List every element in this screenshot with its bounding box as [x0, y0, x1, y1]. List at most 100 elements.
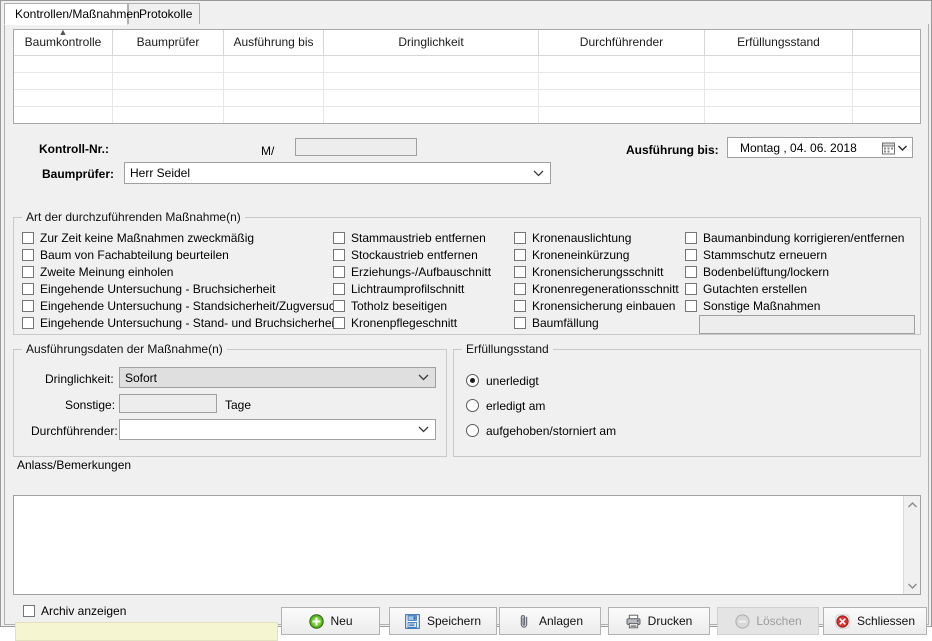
kontroll-nr-label: Kontroll-Nr.: [39, 142, 109, 156]
baumpruefer-select[interactable]: Herr Seidel [124, 162, 551, 184]
table-cell [224, 90, 324, 106]
dringlichkeit-value: Sofort [125, 370, 158, 385]
sonstige-massnahmen-input[interactable] [699, 315, 915, 334]
checkbox-label: Kroneneinkürzung [532, 248, 630, 262]
tab-strip: Kontrollen/Maßnahmen Protokolle [4, 3, 929, 25]
checkbox-box[interactable] [685, 283, 697, 295]
radio-label: unerledigt [486, 374, 539, 388]
checkbox-box[interactable] [514, 283, 526, 295]
checkbox-box[interactable] [333, 300, 345, 312]
speichern-button-label: Speichern [426, 614, 482, 628]
checkbox-box[interactable] [22, 266, 34, 278]
controls-table[interactable]: ▲ Baumkontrolle Baumprüfer Ausführung bi… [13, 29, 921, 124]
table-cell [224, 56, 324, 72]
baumpruefer-label: Baumprüfer: [42, 167, 115, 181]
checkbox-label: Baumanbindung korrigieren/entfernen [703, 231, 905, 245]
checkbox-box[interactable] [23, 605, 35, 617]
table-cell [113, 90, 224, 106]
loeschen-button-label: Löschen [756, 614, 802, 628]
ausfuehrung-bis-label: Ausführung bis: [626, 143, 719, 157]
massnahmen-groupbox: Art der durchzuführenden Maßnahme(n) Zur… [13, 210, 921, 335]
table-cell [324, 73, 539, 89]
chevron-down-icon[interactable] [529, 163, 547, 183]
sonstige-tage-input[interactable] [119, 394, 217, 413]
loeschen-button[interactable]: Löschen [717, 607, 819, 635]
checkbox-box[interactable] [333, 266, 345, 278]
scroll-down-icon[interactable] [904, 577, 921, 594]
table-row[interactable] [14, 56, 920, 73]
drucken-button[interactable]: Drucken [608, 607, 710, 635]
memo-vertical-scrollbar[interactable] [903, 496, 920, 594]
checkbox-label: Kronensicherungsschnitt [532, 265, 664, 279]
checkbox-box[interactable] [685, 232, 697, 244]
speichern-button[interactable]: Speichern [389, 607, 497, 635]
checkbox-box[interactable] [22, 232, 34, 244]
checkbox-box[interactable] [685, 300, 697, 312]
checkbox-box[interactable] [333, 232, 345, 244]
table-cell [113, 73, 224, 89]
checkbox-box[interactable] [22, 283, 34, 295]
chevron-down-icon[interactable] [896, 138, 908, 157]
tab-kontrollen-massnahmen[interactable]: Kontrollen/Maßnahmen [4, 3, 140, 25]
checkbox-box[interactable] [333, 317, 345, 329]
table-cell [224, 73, 324, 89]
column-header-spacer[interactable] [853, 30, 920, 55]
application-window: Kontrollen/Maßnahmen Protokolle ▲ Baumko… [0, 0, 932, 641]
schliessen-button[interactable]: Schliessen [823, 607, 927, 635]
dringlichkeit-select[interactable]: Sofort [119, 367, 436, 388]
scroll-up-icon[interactable] [904, 496, 921, 513]
checkbox-label: Kronenauslichtung [532, 231, 632, 245]
chevron-down-icon[interactable] [414, 368, 432, 387]
radio-circle[interactable] [466, 399, 479, 412]
checkbox-box[interactable] [514, 249, 526, 261]
checkbox-box[interactable] [22, 300, 34, 312]
massnahmen-group-title: Art der durchzuführenden Maßnahme(n) [22, 210, 245, 224]
checkbox-box[interactable] [22, 317, 34, 329]
column-header-durchfuehrender[interactable]: Durchführender [539, 30, 705, 55]
column-header-baumkontrolle[interactable]: ▲ Baumkontrolle [14, 30, 113, 55]
durchfuehrender-value [125, 420, 413, 439]
checkbox-label: Zur Zeit keine Maßnahmen zweckmäßig [40, 231, 255, 245]
anlass-bemerkungen-textarea[interactable] [13, 495, 921, 595]
checkbox-box[interactable] [333, 249, 345, 261]
checkbox-label: Stammaustrieb entfernen [351, 231, 486, 245]
kontroll-nr-input[interactable] [295, 138, 417, 156]
checkbox-box[interactable] [514, 232, 526, 244]
table-row[interactable] [14, 90, 920, 107]
checkbox-box[interactable] [333, 283, 345, 295]
durchfuehrender-select[interactable] [119, 419, 436, 440]
drucken-button-label: Drucken [647, 614, 693, 628]
column-header-erfuellungsstand[interactable]: Erfüllungsstand [705, 30, 853, 55]
checkbox-label: Gutachten erstellen [703, 282, 808, 296]
checkbox-label: Erziehungs-/Aufbauschnitt [351, 265, 492, 279]
ausfuehrung-bis-datepicker[interactable]: Montag , 04. 06. 2018 [727, 137, 913, 158]
radio-circle[interactable] [466, 374, 479, 387]
checkbox-label: Eingehende Untersuchung - Bruchsicherhei… [40, 282, 276, 296]
table-cell [324, 90, 539, 106]
checkbox-label: Eingehende Untersuchung - Standsicherhei… [40, 299, 342, 313]
column-header-ausfuehrung-bis[interactable]: Ausführung bis [224, 30, 324, 55]
neu-button[interactable]: Neu [281, 607, 380, 635]
schliessen-button-label: Schliessen [856, 614, 916, 628]
column-header-label: Baumkontrolle [24, 35, 102, 49]
anlagen-button[interactable]: Anlagen [499, 607, 601, 635]
checkbox-box[interactable] [514, 300, 526, 312]
checkbox-box[interactable] [514, 317, 526, 329]
chevron-down-icon[interactable] [414, 420, 432, 439]
checkbox-box[interactable] [514, 266, 526, 278]
table-header-row: ▲ Baumkontrolle Baumprüfer Ausführung bi… [14, 30, 920, 56]
checkbox-label: Kronensicherung einbauen [532, 299, 676, 313]
column-header-dringlichkeit[interactable]: Dringlichkeit [324, 30, 539, 55]
checkbox-box[interactable] [685, 266, 697, 278]
checkbox-box[interactable] [685, 249, 697, 261]
checkbox-box[interactable] [22, 249, 34, 261]
table-cell [224, 107, 324, 123]
table-cell [14, 90, 113, 106]
calendar-icon[interactable] [882, 141, 895, 154]
table-cell [324, 56, 539, 72]
radio-circle[interactable] [466, 424, 479, 437]
table-row[interactable] [14, 73, 920, 90]
table-row[interactable] [14, 107, 920, 123]
column-header-baumpruefer[interactable]: Baumprüfer [113, 30, 224, 55]
table-cell [705, 90, 853, 106]
